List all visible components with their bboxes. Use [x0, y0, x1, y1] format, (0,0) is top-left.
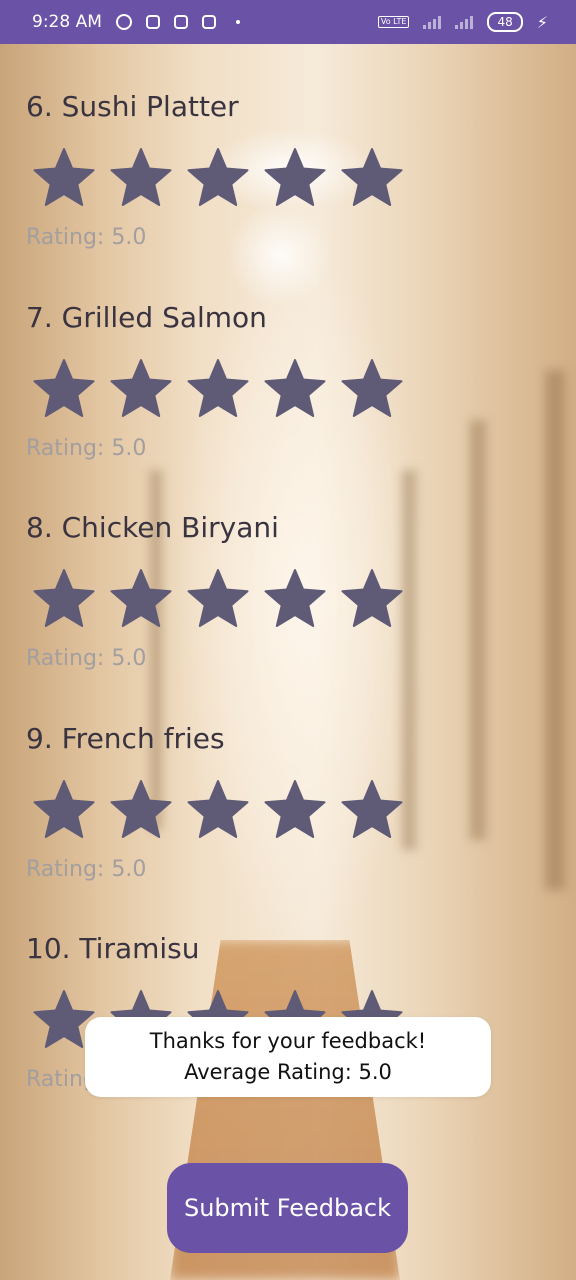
item-title: 10. Tiramisu — [26, 932, 200, 965]
volte-badge: Vo LTE — [377, 16, 410, 28]
star-icon[interactable] — [263, 357, 327, 421]
signal-icon — [455, 15, 474, 29]
star-icon[interactable] — [186, 778, 250, 842]
star-icon[interactable] — [186, 567, 250, 631]
toast-message: Thanks for your feedback! — [149, 1029, 427, 1053]
star-icon[interactable] — [340, 567, 404, 631]
star-icon[interactable] — [109, 357, 173, 421]
background-pillar — [402, 470, 416, 850]
star-icon[interactable] — [32, 567, 96, 631]
item-title: 6. Sushi Platter — [26, 90, 239, 123]
signal-icon — [423, 15, 442, 29]
star-rating-bar[interactable] — [32, 357, 404, 421]
star-icon[interactable] — [263, 146, 327, 210]
star-icon[interactable] — [186, 146, 250, 210]
background-pillar — [470, 420, 486, 840]
star-icon[interactable] — [340, 778, 404, 842]
more-notifications-dot — [235, 20, 240, 24]
star-icon[interactable] — [109, 567, 173, 631]
notification-icon — [201, 15, 216, 29]
star-icon[interactable] — [32, 357, 96, 421]
rating-label: Rating: 5.0 — [26, 225, 147, 250]
star-icon[interactable] — [263, 778, 327, 842]
item-title: 9. French fries — [26, 722, 225, 755]
chat-icon — [145, 15, 160, 29]
feedback-toast: Thanks for your feedback! Average Rating… — [85, 1017, 491, 1097]
rating-label: Rating: 5.0 — [26, 857, 147, 882]
message-icon — [173, 15, 188, 29]
star-icon[interactable] — [186, 357, 250, 421]
star-rating-bar[interactable] — [32, 778, 404, 842]
item-title: 7. Grilled Salmon — [26, 301, 267, 334]
status-time: 9:28 AM — [32, 12, 102, 32]
star-icon[interactable] — [263, 567, 327, 631]
star-icon[interactable] — [109, 146, 173, 210]
star-icon[interactable] — [340, 146, 404, 210]
star-rating-bar[interactable] — [32, 146, 404, 210]
submit-feedback-button[interactable]: Submit Feedback — [167, 1163, 408, 1253]
rating-label: Rating: 5.0 — [26, 436, 147, 461]
star-rating-bar[interactable] — [32, 567, 404, 631]
item-title: 8. Chicken Biryani — [26, 511, 279, 544]
star-icon[interactable] — [340, 357, 404, 421]
rating-label: Rating: 5.0 — [26, 646, 147, 671]
toast-average-rating: Average Rating: 5.0 — [184, 1060, 392, 1084]
status-bar: 9:28 AM Vo LTE 48 ⚡ — [0, 0, 576, 44]
star-icon[interactable] — [32, 146, 96, 210]
background-pillar — [545, 370, 565, 890]
battery-icon: 48 — [487, 12, 523, 32]
alarm-icon — [115, 14, 132, 30]
charging-icon: ⚡ — [536, 12, 548, 32]
star-icon[interactable] — [109, 778, 173, 842]
star-icon[interactable] — [32, 778, 96, 842]
